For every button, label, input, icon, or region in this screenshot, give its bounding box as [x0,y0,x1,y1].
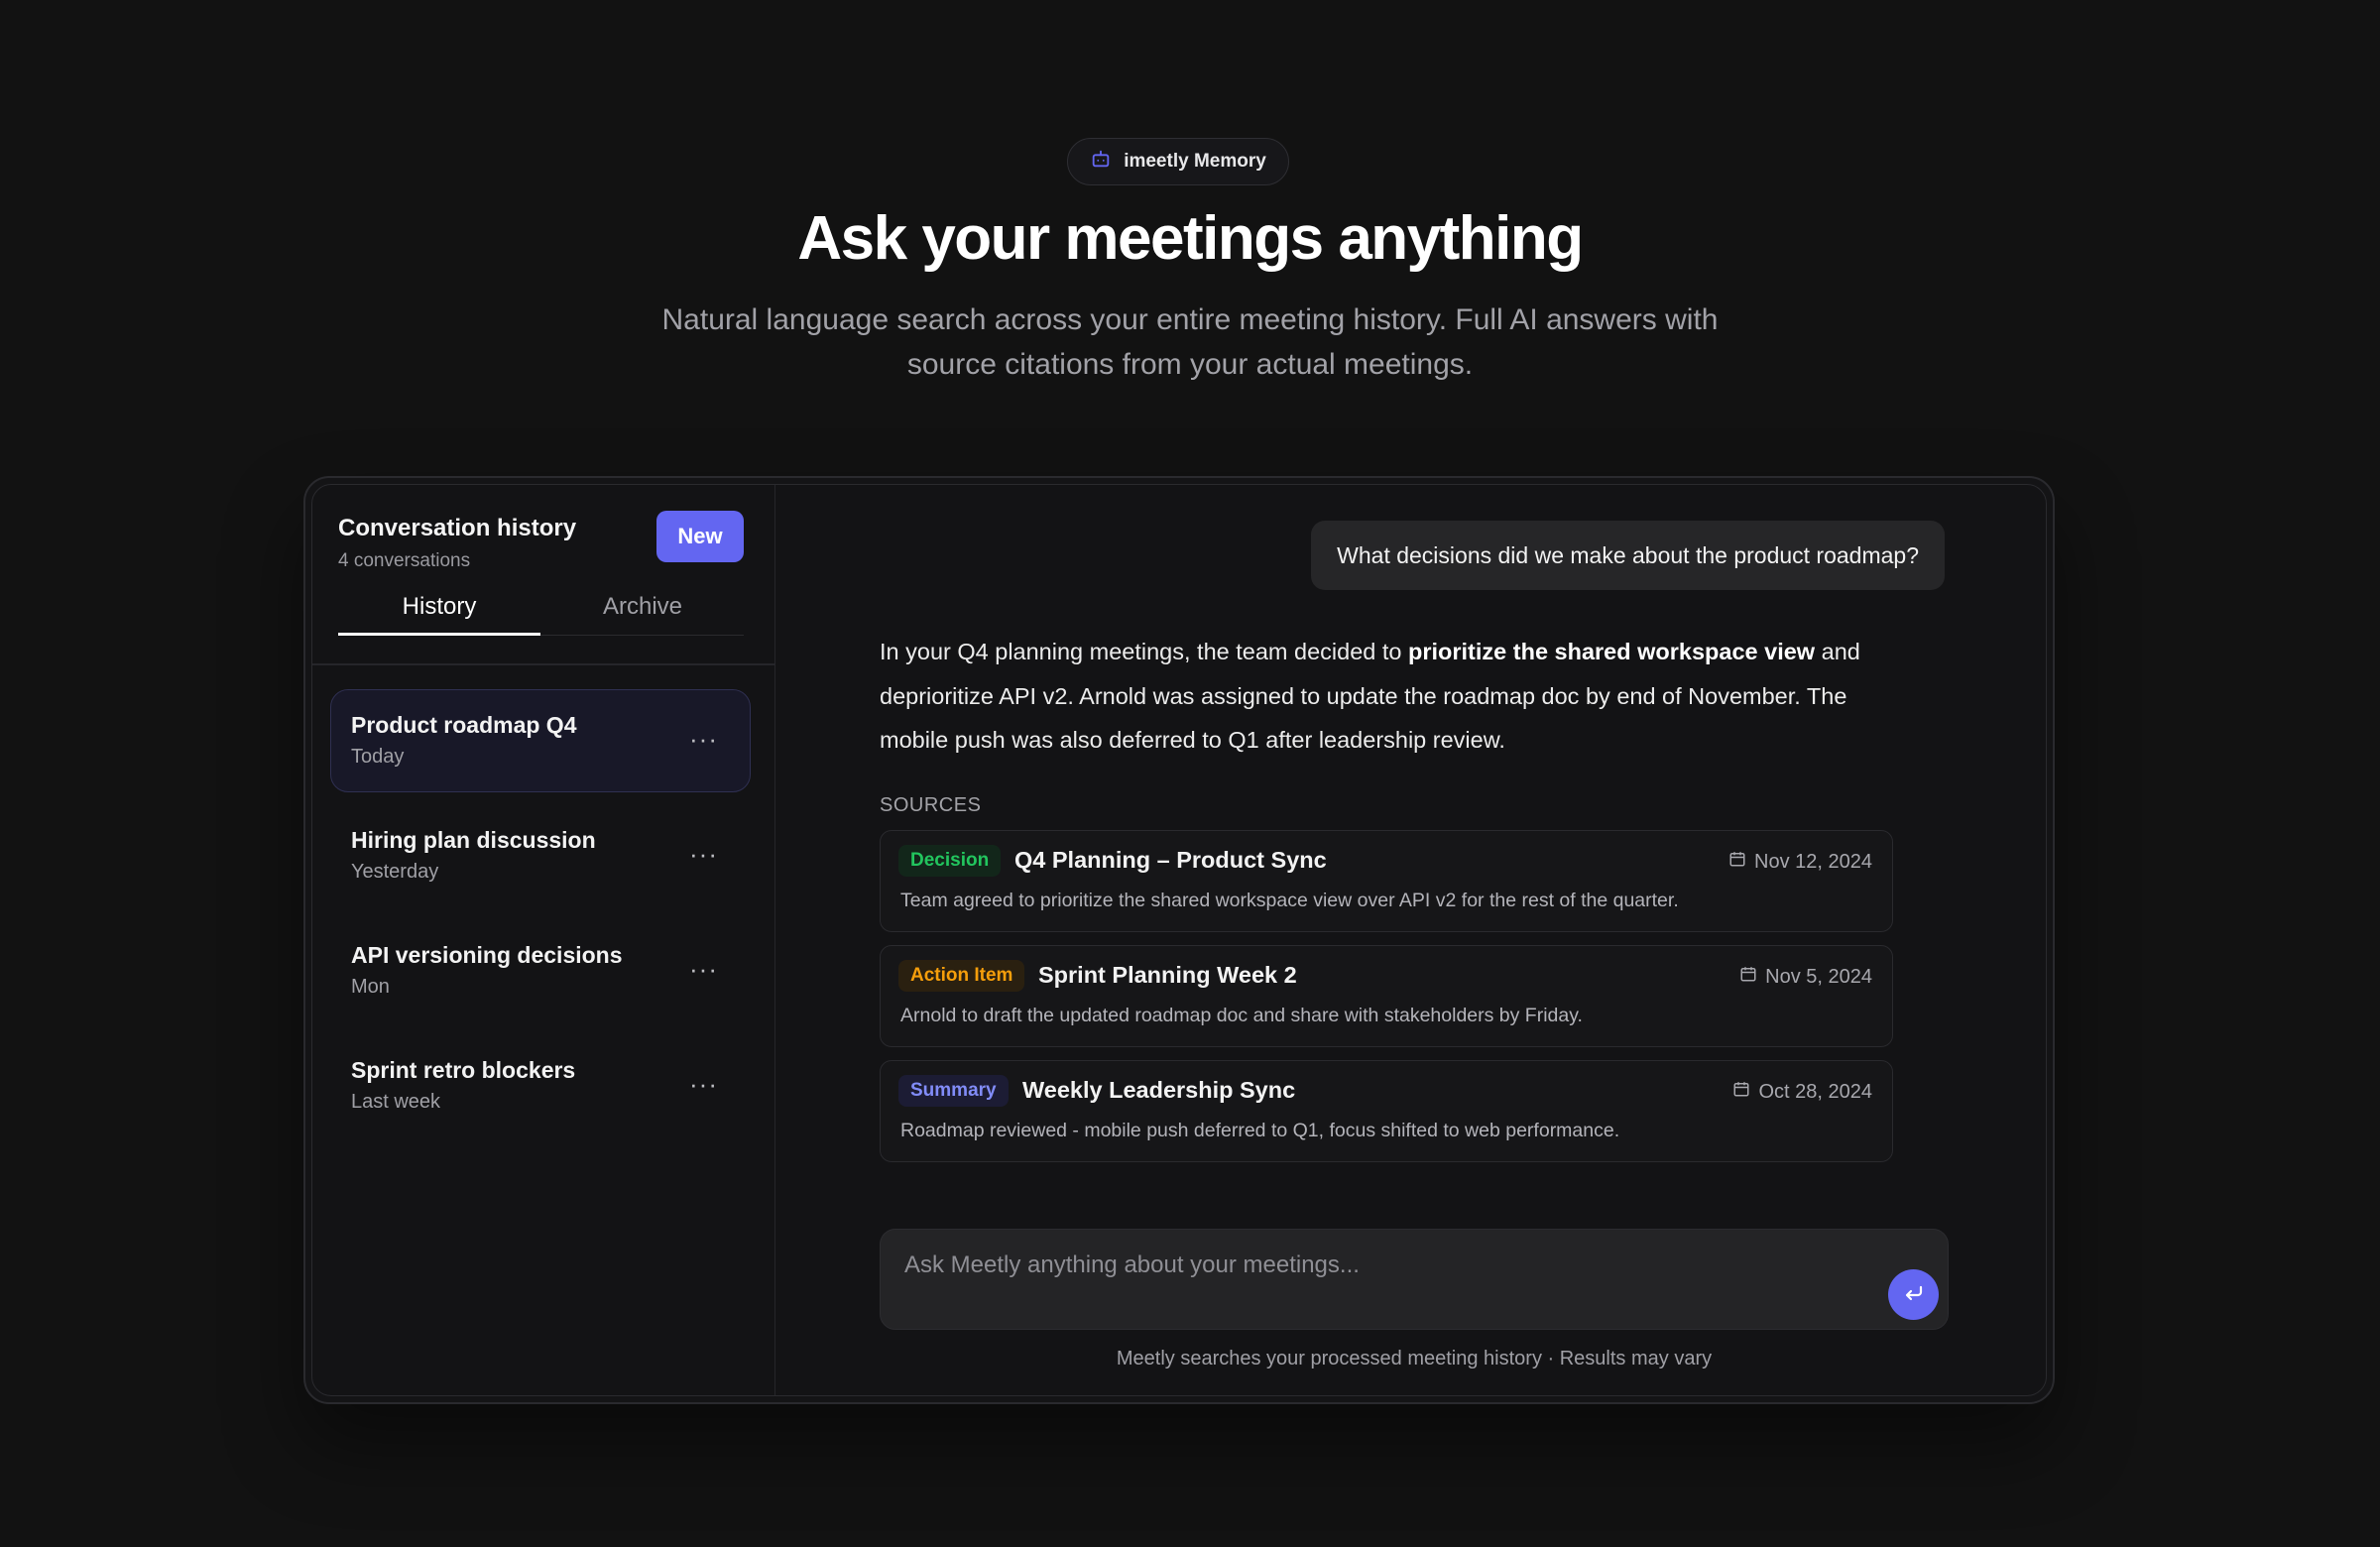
source-list: Decision Q4 Planning – Product Sync Nov … [880,830,1893,1175]
enter-arrow-icon [1902,1281,1926,1308]
app-panel: Conversation history 4 conversations New… [311,484,2047,1396]
conversation-item[interactable]: API versioning decisions Mon ··· [330,919,751,1022]
user-message-bubble: What decisions did we make about the pro… [1311,521,1945,590]
conversation-count: 4 conversations [338,550,471,571]
source-date: Nov 12, 2024 [1728,850,1872,874]
source-title: Q4 Planning – Product Sync [1014,847,1327,873]
conversation-title: Product roadmap Q4 [351,712,577,738]
source-description: Arnold to draft the updated roadmap doc … [900,1005,1583,1026]
more-dots-icon[interactable]: ··· [689,724,718,755]
source-card[interactable]: Action Item Sprint Planning Week 2 Nov 5… [880,945,1893,1047]
conversation-time: Last week [351,1091,441,1113]
hero-subtitle: Natural language search across your enti… [661,303,1719,381]
source-title: Sprint Planning Week 2 [1038,962,1297,988]
source-description: Team agreed to prioritize the shared wor… [900,890,1679,911]
app-frame: Conversation history 4 conversations New… [303,476,2055,1404]
conversation-title: API versioning decisions [351,942,623,968]
product-badge: imeetly Memory [1067,138,1289,185]
source-description: Roadmap reviewed - mobile push deferred … [900,1120,1620,1141]
sidebar-divider [312,663,774,665]
source-title: Weekly Leadership Sync [1022,1077,1296,1103]
robot-icon [1090,148,1112,176]
sidebar-tabs: History Archive [338,584,744,636]
calendar-icon [1732,1080,1750,1104]
sources-label: SOURCES [880,794,982,816]
more-dots-icon[interactable]: ··· [689,1069,718,1100]
calendar-icon [1728,850,1746,874]
hero-title: Ask your meetings anything [797,204,1584,273]
source-card[interactable]: Summary Weekly Leadership Sync Oct 28, 2… [880,1060,1893,1162]
sidebar-title: Conversation history [338,515,577,541]
tab-archive[interactable]: Archive [541,584,744,636]
source-date: Oct 28, 2024 [1732,1080,1872,1104]
source-card[interactable]: Decision Q4 Planning – Product Sync Nov … [880,830,1893,932]
send-button[interactable] [1888,1269,1939,1320]
source-tag: Summary [898,1075,1009,1107]
conversation-title: Sprint retro blockers [351,1057,576,1083]
conversation-title: Hiring plan discussion [351,827,596,853]
source-date-text: Oct 28, 2024 [1758,1080,1872,1103]
ai-answer: In your Q4 planning meetings, the team d… [880,630,1891,763]
conversation-time: Today [351,746,405,768]
source-date-text: Nov 12, 2024 [1754,850,1872,873]
chat-panel: What decisions did we make about the pro… [775,485,2046,1395]
source-tag: Decision [898,845,1002,877]
conversation-time: Yesterday [351,861,439,883]
more-dots-icon[interactable]: ··· [689,954,718,985]
chat-input-box [880,1229,1949,1330]
conversation-item[interactable]: Hiring plan discussion Yesterday ··· [330,804,751,907]
disclaimer-text: Meetly searches your processed meeting h… [1116,1348,1713,1369]
conversation-item[interactable]: Sprint retro blockers Last week ··· [330,1034,751,1137]
conversation-list: Product roadmap Q4 Today ··· Hiring plan… [330,689,751,1149]
conversation-item[interactable]: Product roadmap Q4 Today ··· [330,689,751,792]
product-badge-label: imeetly Memory [1124,151,1266,172]
new-conversation-button[interactable]: New [656,511,744,562]
answer-highlight: prioritize the shared workspace view [1408,639,1816,664]
conversation-sidebar: Conversation history 4 conversations New… [312,485,775,1395]
answer-text: In your Q4 planning meetings, the team d… [880,639,1408,664]
more-dots-icon[interactable]: ··· [689,839,718,870]
source-date-text: Nov 5, 2024 [1765,965,1872,988]
chat-input[interactable] [904,1248,1856,1283]
source-date: Nov 5, 2024 [1739,965,1872,989]
source-tag: Action Item [898,960,1025,992]
calendar-icon [1739,965,1757,989]
conversation-time: Mon [351,976,390,998]
tab-history[interactable]: History [338,584,540,636]
